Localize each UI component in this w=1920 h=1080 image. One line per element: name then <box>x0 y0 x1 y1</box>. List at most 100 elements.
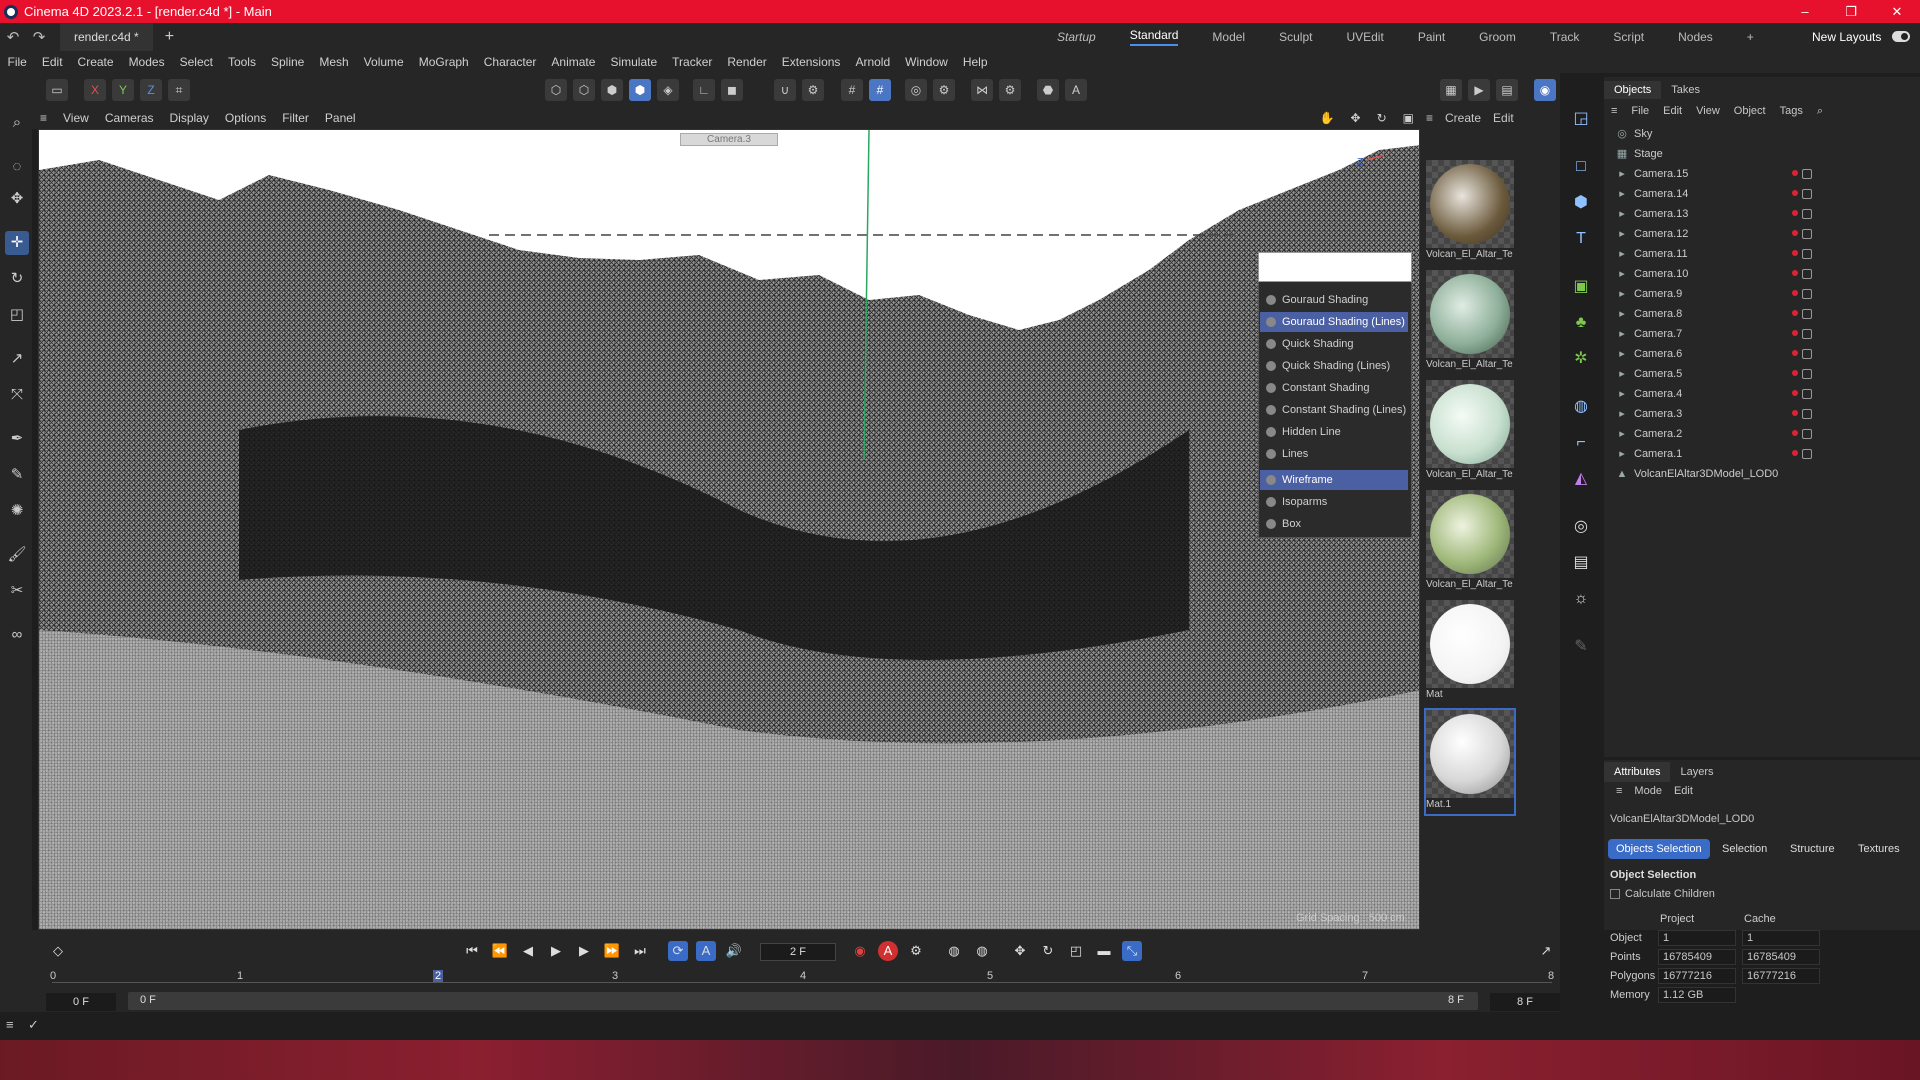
param-key-icon[interactable]: ▬ <box>1094 941 1114 961</box>
light-icon[interactable]: ☼ <box>1569 587 1593 611</box>
layout-groom[interactable]: Groom <box>1479 30 1516 44</box>
polygons-mode-icon[interactable]: ⬢ <box>601 79 623 101</box>
attribute-menu-mode[interactable]: Mode <box>1628 785 1668 797</box>
object-row-stage[interactable]: ▦ Stage <box>1614 144 1914 164</box>
menu-tracker[interactable]: Tracker <box>665 55 720 69</box>
magnet-icon[interactable]: ∪ <box>774 79 796 101</box>
layout-sculpt[interactable]: Sculpt <box>1279 30 1312 44</box>
position-key-icon[interactable]: ✥ <box>1010 941 1030 961</box>
menu-volume[interactable]: Volume <box>356 55 411 69</box>
selection-tool-icon[interactable]: ◌ <box>5 155 29 179</box>
layout-model[interactable]: Model <box>1212 30 1245 44</box>
material-menu-edit[interactable]: Edit <box>1487 111 1520 125</box>
menu-item-isoparms[interactable]: Isoparms <box>1260 492 1408 512</box>
material-hamburger-icon[interactable]: ≡ <box>1420 111 1439 125</box>
spline-icon[interactable]: ⌐ <box>1569 431 1593 455</box>
menu-item-gouraud-lines[interactable]: Gouraud Shading (Lines) <box>1260 312 1408 332</box>
viewport-pan-icon[interactable]: ✋ <box>1312 111 1343 125</box>
render-settings-icon[interactable]: ⚙ <box>933 79 955 101</box>
object-row-camera[interactable]: ▸ Camera.11 <box>1614 244 1914 264</box>
material-item-selected[interactable]: Mat.1 <box>1424 708 1516 816</box>
rotate-tool-icon[interactable]: ↻ <box>5 267 29 291</box>
keyframe-selection-icon[interactable]: ◍ <box>944 941 964 961</box>
material-item[interactable]: Volcan_El_Altar_Te <box>1426 380 1514 484</box>
cube-outline-icon[interactable]: □ <box>1569 155 1593 179</box>
object-mode-icon[interactable]: ◈ <box>657 79 679 101</box>
object-row-camera[interactable]: ▸ Camera.7 <box>1614 324 1914 344</box>
locked-workplane-icon[interactable]: ◼ <box>721 79 743 101</box>
menu-create[interactable]: Create <box>70 55 121 69</box>
object-row-camera[interactable]: ▸ Camera.1 <box>1614 444 1914 464</box>
snap-toggle-icon[interactable]: # <box>869 79 891 101</box>
rotation-key-icon[interactable]: ↻ <box>1038 941 1058 961</box>
shading-search-field[interactable] <box>1258 252 1412 282</box>
timeline-graph-icon[interactable]: ↗ <box>1536 941 1556 961</box>
menu-render[interactable]: Render <box>720 55 774 69</box>
axis-z-button[interactable]: Z <box>140 79 162 101</box>
object-row-camera[interactable]: ▸ Camera.2 <box>1614 424 1914 444</box>
close-button[interactable]: ✕ <box>1874 4 1920 20</box>
knife-icon[interactable]: ✂ <box>5 579 29 603</box>
menu-character[interactable]: Character <box>476 55 544 69</box>
menu-file[interactable]: File <box>0 55 34 69</box>
arnold-icon[interactable]: A <box>1065 79 1087 101</box>
autokey-icon[interactable]: A <box>878 941 898 961</box>
render-region-icon[interactable]: ◎ <box>905 79 927 101</box>
viewport[interactable]: Z <box>38 129 1420 930</box>
object-row-camera[interactable]: ▸ Camera.10 <box>1614 264 1914 284</box>
grid-snap-icon[interactable]: # <box>841 79 863 101</box>
material-item[interactable]: Mat <box>1426 600 1514 704</box>
sketch-tool-icon[interactable]: ✎ <box>5 463 29 487</box>
cube-icon[interactable]: ⬢ <box>1569 191 1593 215</box>
sky-icon[interactable]: ◎ <box>1569 515 1593 539</box>
object-menu-view[interactable]: View <box>1689 105 1727 117</box>
points-mode-icon[interactable]: ⬡ <box>545 79 567 101</box>
menu-item-quick-lines[interactable]: Quick Shading (Lines) <box>1260 356 1408 376</box>
go-to-start-icon[interactable]: ⏮ <box>462 941 482 961</box>
menu-item-lines[interactable]: Lines <box>1260 444 1408 464</box>
menu-edit[interactable]: Edit <box>34 55 70 69</box>
viewport-menu-view[interactable]: View <box>55 111 97 125</box>
camera-object-icon[interactable]: ◲ <box>1569 107 1593 131</box>
search-icon[interactable]: ⌕ <box>5 111 29 135</box>
menu-animate[interactable]: Animate <box>544 55 603 69</box>
object-row-camera[interactable]: ▸ Camera.9 <box>1614 284 1914 304</box>
picture-viewer-icon[interactable]: ▦ <box>1440 79 1462 101</box>
field-icon[interactable]: ◍ <box>1569 395 1593 419</box>
layout-uvedit[interactable]: UVEdit <box>1346 30 1383 44</box>
menu-item-hidden-line[interactable]: Hidden Line <box>1260 422 1408 442</box>
snap-settings-icon[interactable]: ⚙ <box>802 79 824 101</box>
object-row-model[interactable]: ▲ VolcanElAltar3DModel_LOD0 <box>1614 464 1914 484</box>
material-item[interactable]: Volcan_El_Altar_Te <box>1426 490 1514 594</box>
viewport-hamburger-icon[interactable]: ≡ <box>32 111 55 125</box>
sound-icon[interactable]: 🔊 <box>724 941 744 961</box>
axis-x-button[interactable]: X <box>84 79 106 101</box>
layout-paint[interactable]: Paint <box>1418 30 1445 44</box>
end-frame-field[interactable]: 8 F <box>1490 993 1560 1011</box>
prev-frame-icon[interactable]: ◀ <box>518 941 538 961</box>
workplane-icon[interactable]: ∟ <box>693 79 715 101</box>
render-view-icon[interactable]: ▶ <box>1468 79 1490 101</box>
object-row-camera[interactable]: ▸ Camera.14 <box>1614 184 1914 204</box>
go-to-end-icon[interactable]: ⏭ <box>630 941 650 961</box>
current-frame-field[interactable]: 2 F <box>760 943 836 961</box>
menu-simulate[interactable]: Simulate <box>603 55 665 69</box>
deformer-icon[interactable]: ✲ <box>1569 347 1593 371</box>
object-row-camera[interactable]: ▸ Camera.5 <box>1614 364 1914 384</box>
object-menu-edit[interactable]: Edit <box>1656 105 1689 117</box>
menu-item-gouraud[interactable]: Gouraud Shading <box>1260 290 1408 310</box>
menu-extensions[interactable]: Extensions <box>774 55 848 69</box>
viewport-move-icon[interactable]: ✥ <box>1343 111 1369 125</box>
menu-item-constant-lines[interactable]: Constant Shading (Lines) <box>1260 400 1408 420</box>
menu-help[interactable]: Help <box>955 55 995 69</box>
coordinate-system-icon[interactable]: ⌗ <box>168 79 190 101</box>
viewport-rotate-icon[interactable]: ↻ <box>1369 111 1395 125</box>
menu-select[interactable]: Select <box>172 55 220 69</box>
camera-icon[interactable]: ▤ <box>1569 551 1593 575</box>
sculpt-icon[interactable]: ✺ <box>5 499 29 523</box>
menu-mesh[interactable]: Mesh <box>312 55 356 69</box>
layout-nodes[interactable]: Nodes <box>1678 30 1713 44</box>
viewport-menu-filter[interactable]: Filter <box>274 111 317 125</box>
move-tool-icon[interactable]: ✛ <box>5 231 29 255</box>
symmetry-icon[interactable]: ⋈ <box>971 79 993 101</box>
